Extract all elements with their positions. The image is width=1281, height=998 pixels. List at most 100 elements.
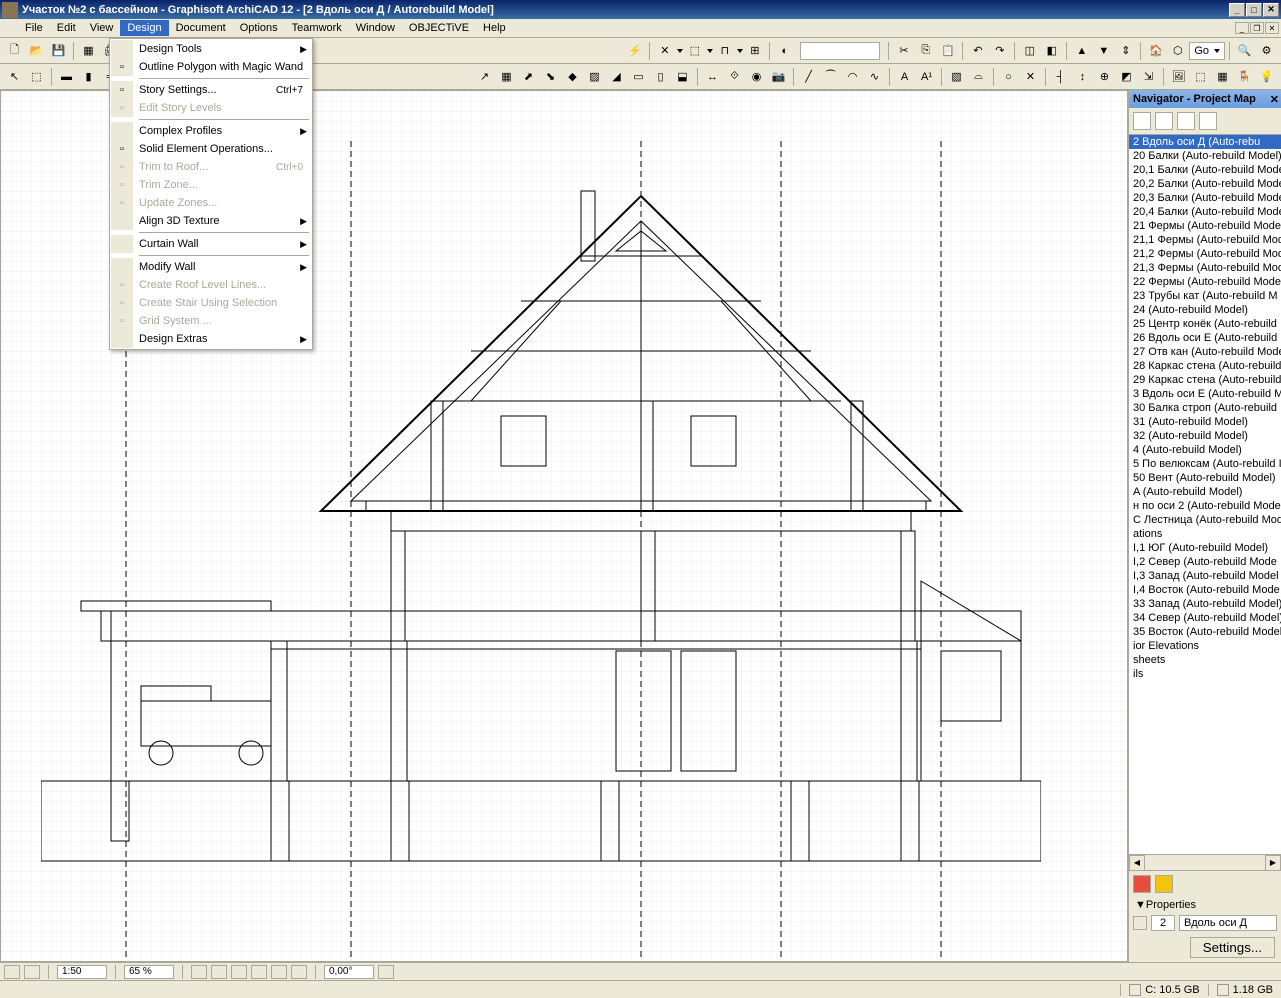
hotspot-icon[interactable]: ✕ [1020,66,1041,87]
menu-teamwork[interactable]: Teamwork [285,20,349,36]
nav-item[interactable]: sheets [1129,653,1281,667]
maximize-button[interactable]: □ [1246,3,1262,17]
lamp-tool-icon[interactable]: 💡 [1256,66,1277,87]
nav-item[interactable]: 2 Вдоль оси Д (Auto-rebu [1129,135,1281,149]
project-icon[interactable]: ◆ [562,66,583,87]
arrow-tool[interactable]: ↖ [4,66,25,87]
undo-button[interactable]: ↶ [967,40,988,61]
nav-item[interactable]: I,2 Север (Auto-rebuild Mode [1129,555,1281,569]
story-up-button[interactable]: ▲ [1071,40,1092,61]
menu-options[interactable]: Options [233,20,285,36]
layout-book-icon[interactable] [1177,112,1195,130]
nav-item[interactable]: ations [1129,527,1281,541]
nav-item[interactable]: 26 Вдоль оси Е (Auto-rebuild I [1129,331,1281,345]
fit-window-icon[interactable] [211,965,227,979]
fill-tool-icon[interactable]: ▧ [946,66,967,87]
find-button[interactable]: 🔍 [1234,40,1255,61]
menu-item-modify-wall[interactable]: Modify Wall▶ [111,258,311,276]
ruler-icon[interactable] [24,965,40,979]
open-file-button[interactable]: 📂 [26,40,47,61]
zoom-page-icon[interactable] [191,965,207,979]
nav-item[interactable]: I,1 ЮГ (Auto-rebuild Model) [1129,541,1281,555]
nav-item[interactable]: 23 Трубы кат (Auto-rebuild M [1129,289,1281,303]
nav-item[interactable]: 50 Вент (Auto-rebuild Model) [1129,471,1281,485]
paste-button[interactable]: 📋 [937,40,958,61]
menu-view[interactable]: View [83,20,121,36]
nav-item[interactable]: 20,3 Балки (Auto-rebuild Mode [1129,191,1281,205]
nav-item[interactable]: 20,2 Балки (Auto-rebuild Mode [1129,177,1281,191]
zoom-input[interactable]: 65 % [124,965,174,979]
roof-tool-icon[interactable]: ◢ [606,66,627,87]
nav-item[interactable]: 21,3 Фермы (Auto-rebuild Mod [1129,261,1281,275]
hand-icon[interactable] [231,965,247,979]
nav-item[interactable]: 21,1 Фермы (Auto-rebuild Mod [1129,233,1281,247]
magnet-button[interactable]: ⊓ [714,40,735,61]
nav-item[interactable]: 28 Каркас стена (Auto-rebuild [1129,359,1281,373]
nav-item[interactable]: 24 (Auto-rebuild Model) [1129,303,1281,317]
text-tool-icon[interactable]: A [894,66,915,87]
drawing-tool-icon[interactable]: ⬚ [1190,66,1211,87]
doc-minimize-button[interactable]: _ [1235,22,1249,34]
menu-item-outline-polygon-with-magic-wand[interactable]: ▫Outline Polygon with Magic Wand [111,58,311,76]
settings-button[interactable]: Settings... [1190,937,1275,958]
doc-close-button[interactable]: ✕ [1265,22,1279,34]
trace-button[interactable]: ◫ [1019,40,1040,61]
save-button[interactable]: 💾 [48,40,69,61]
nav-item[interactable]: 35 Восток (Auto-rebuild Model [1129,625,1281,639]
nav-item[interactable]: 21,2 Фермы (Auto-rebuild Mod [1129,247,1281,261]
3d-view-button[interactable]: ▦ [78,40,99,61]
next-view-icon[interactable] [271,965,287,979]
intersect-button[interactable]: ✕ [654,40,675,61]
nav-item[interactable]: I,4 Восток (Auto-rebuild Mode [1129,583,1281,597]
elevation-icon[interactable]: ⇲ [1138,66,1159,87]
camera-icon[interactable]: 📷 [768,66,789,87]
menu-help[interactable]: Help [476,20,513,36]
menu-item-solid-element-operations[interactable]: ▫Solid Element Operations... [111,140,311,158]
scroll-left-button[interactable]: ◀ [1129,855,1145,871]
marquee-tool[interactable]: ⬚ [26,66,47,87]
label-tool-icon[interactable]: A¹ [916,66,937,87]
nav-item[interactable]: 20,4 Балки (Auto-rebuild Mode [1129,205,1281,219]
nav-item[interactable]: 20 Балки (Auto-rebuild Model) [1129,149,1281,163]
nav-item[interactable]: С Лестница (Auto-rebuild Mod [1129,513,1281,527]
figure-tool-icon[interactable]: ▦ [1212,66,1233,87]
nav-item[interactable]: 25 Центр конёк (Auto-rebuild [1129,317,1281,331]
go-button[interactable]: Go [1189,42,1225,60]
home-view-icon[interactable] [291,965,307,979]
nav-item[interactable]: 33 Запад (Auto-rebuild Model) [1129,597,1281,611]
suspend-button[interactable]: ◐ [774,40,795,61]
angle-input[interactable]: 0,00° [324,965,374,979]
menu-file[interactable]: File [18,20,50,36]
marker-button[interactable]: ◧ [1041,40,1062,61]
menu-window[interactable]: Window [349,20,402,36]
menu-item-complex-profiles[interactable]: Complex Profiles▶ [111,122,311,140]
copy-button[interactable]: ⎘ [915,40,936,61]
menu-document[interactable]: Document [169,20,233,36]
publisher-icon[interactable] [1199,112,1217,130]
grid-icon[interactable]: ▦ [496,66,517,87]
dimmark1-icon[interactable]: ┤ [1050,66,1071,87]
nav-item[interactable]: ils [1129,667,1281,681]
menu-item-curtain-wall[interactable]: Curtain Wall▶ [111,235,311,253]
circle-tool-icon[interactable]: ○ [998,66,1019,87]
hatching1-icon[interactable]: ▨ [584,66,605,87]
scroll-right-button[interactable]: ▶ [1265,855,1281,871]
nav-item[interactable]: 34 Север (Auto-rebuild Model) [1129,611,1281,625]
delete-icon[interactable] [1133,875,1151,893]
lightning-icon[interactable]: ⚡ [624,40,645,61]
new-view-icon[interactable] [1155,875,1173,893]
view-name-field[interactable]: Вдоль оси Д [1179,915,1277,931]
story-goto-button[interactable]: ⇕ [1115,40,1136,61]
navigator-tree[interactable]: 2 Вдоль оси Д (Auto-rebu20 Балки (Auto-r… [1129,135,1281,854]
nav-item[interactable]: 5 По велюксам (Auto-rebuild I [1129,457,1281,471]
prev-view-icon[interactable] [251,965,267,979]
dimmark3-icon[interactable]: ⊕ [1094,66,1115,87]
properties-header[interactable]: ▼ Properties [1129,897,1281,913]
user-origin-icon[interactable] [4,965,20,979]
close-button[interactable]: ✕ [1263,3,1279,17]
slab-tool-icon[interactable]: ▭ [628,66,649,87]
spline-icon[interactable]: ⌓ [968,66,989,87]
section-icon[interactable]: ◩ [1116,66,1137,87]
wall-tool[interactable]: ▬ [56,66,77,87]
story-down-button[interactable]: ▼ [1093,40,1114,61]
